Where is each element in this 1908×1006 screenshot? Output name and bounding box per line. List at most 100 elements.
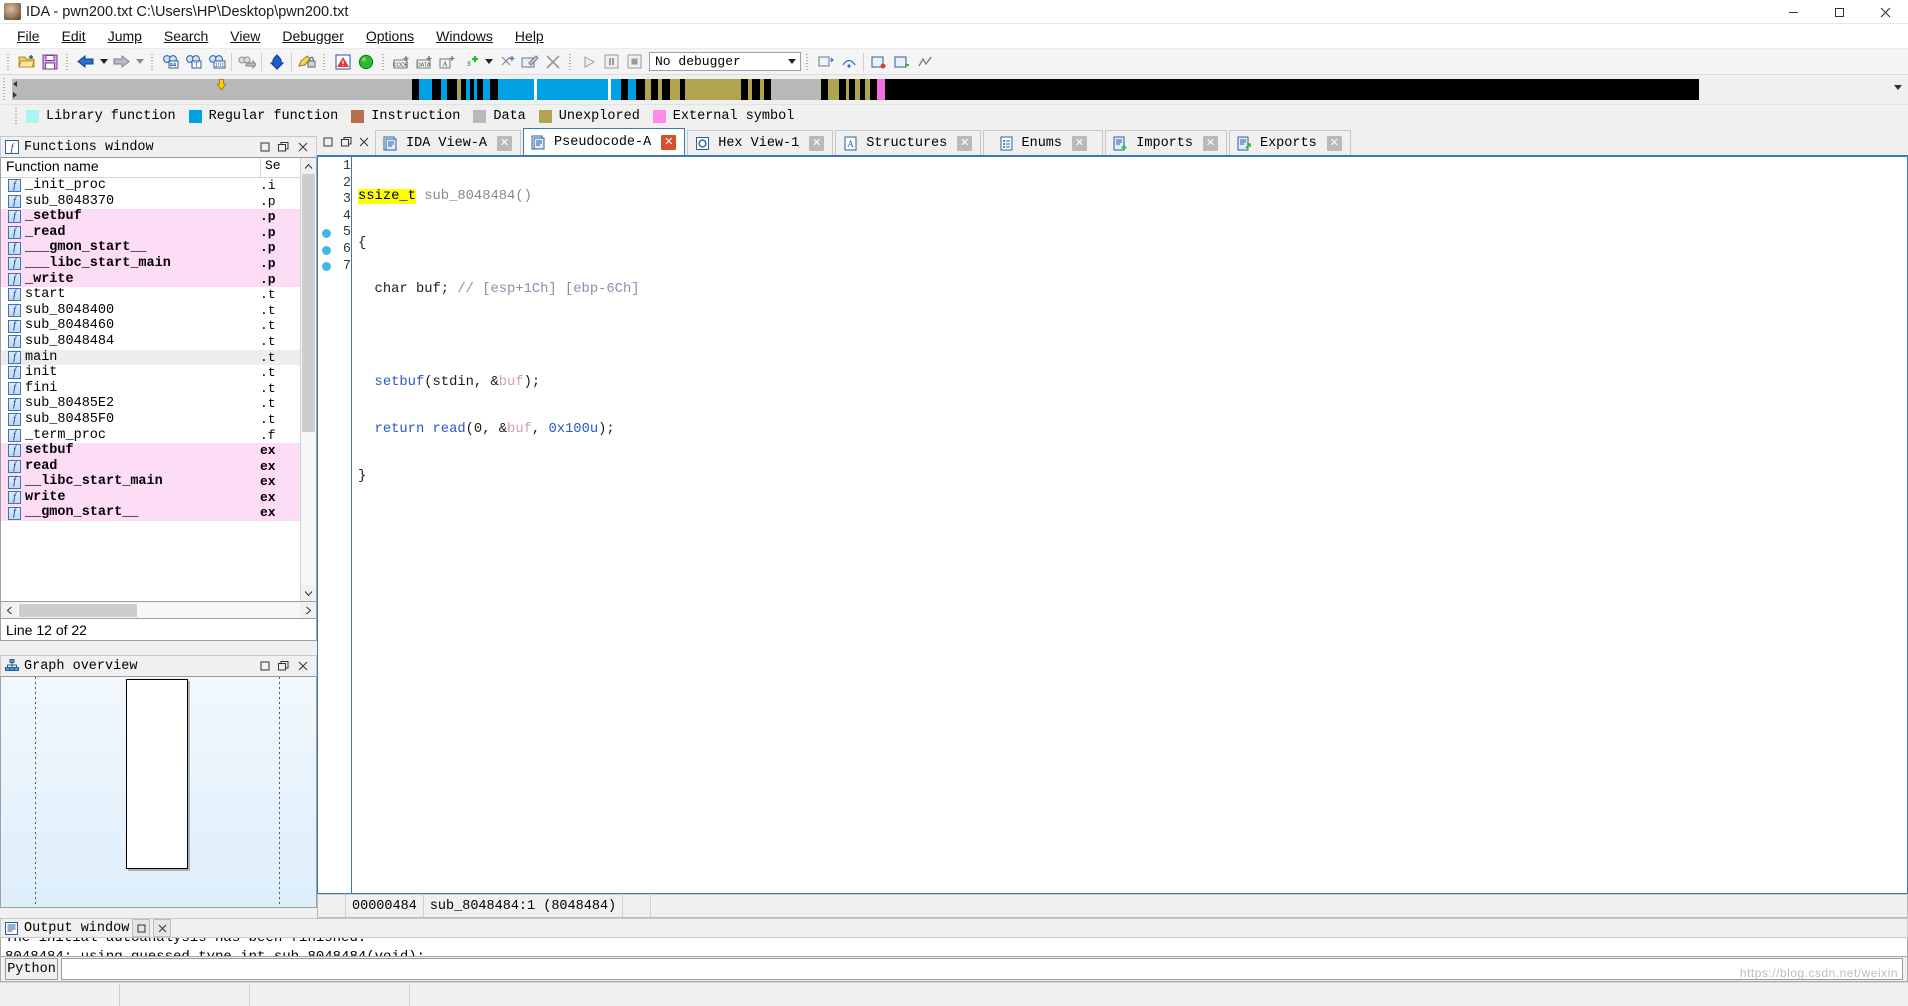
breakpoint-gutter[interactable] — [318, 157, 335, 893]
graph-restore-button[interactable] — [255, 657, 274, 675]
breakpoints-icon[interactable] — [867, 51, 890, 73]
function-list-row[interactable]: f sub_80485F0 .t — [1, 412, 300, 428]
make-data-icon[interactable]: DATA — [413, 51, 436, 73]
step-into-icon[interactable] — [814, 51, 837, 73]
back-dropdown-icon[interactable] — [97, 51, 110, 73]
breakpoint-marker-icon[interactable] — [322, 262, 331, 272]
functions-close-button[interactable] — [293, 138, 312, 156]
menu-jump[interactable]: Jump — [97, 25, 153, 47]
scroll-track[interactable] — [301, 174, 316, 585]
navband-dropdown-icon[interactable] — [1894, 85, 1902, 90]
tab-imports[interactable]: Imports ✕ — [1105, 130, 1227, 155]
make-ascii-icon[interactable]: A — [436, 51, 459, 73]
tab-enums[interactable]: Enums ✕ — [983, 130, 1104, 155]
scroll-thumb[interactable] — [302, 174, 315, 432]
function-list-row[interactable]: f main .t — [1, 349, 300, 366]
make-dropdown-icon[interactable] — [482, 51, 495, 73]
toolbar-grip-4[interactable] — [321, 51, 328, 72]
stop-icon[interactable] — [623, 51, 646, 73]
tab-exports[interactable]: Exports ✕ — [1228, 130, 1351, 155]
tab-close-button[interactable]: ✕ — [497, 135, 513, 151]
function-list-row[interactable]: f init .t — [1, 365, 300, 381]
function-list-row[interactable]: f sub_80485E2 .t — [1, 396, 300, 412]
command-input[interactable] — [61, 958, 1903, 980]
tab-pseudocode-a[interactable]: Pseudocode-A ✕ — [523, 128, 686, 155]
menu-debugger[interactable]: Debugger — [271, 25, 355, 47]
undefine-icon[interactable] — [495, 51, 518, 73]
forward-arrow-icon[interactable] — [110, 51, 133, 73]
breakpoint-slot[interactable] — [318, 259, 335, 276]
tab-close-button[interactable]: ✕ — [1072, 135, 1088, 151]
close-button[interactable] — [1862, 0, 1908, 24]
step-over-icon[interactable] — [837, 51, 860, 73]
make-code-icon[interactable]: CODE — [390, 51, 413, 73]
breakpoint-marker-icon[interactable] — [322, 245, 331, 255]
function-list-row[interactable]: f read ex — [1, 458, 300, 475]
menu-file[interactable]: File — [6, 25, 51, 47]
output-close-button[interactable] — [153, 919, 172, 937]
breakpoint-slot[interactable] — [318, 176, 335, 193]
toolbar-grip-6[interactable] — [567, 51, 574, 72]
tab-close-button[interactable]: ✕ — [661, 134, 677, 150]
menu-windows[interactable]: Windows — [425, 25, 504, 47]
breakpoint-slot[interactable] — [318, 192, 335, 209]
functions-restore-button[interactable] — [255, 138, 274, 156]
toolbar-grip-7[interactable] — [804, 51, 811, 72]
function-list-row[interactable]: f start .t — [1, 287, 300, 303]
toolbar-grip[interactable] — [5, 51, 12, 72]
code-var-buf-2[interactable]: buf — [507, 422, 532, 437]
hscroll-track[interactable] — [17, 602, 300, 618]
warning-icon[interactable] — [331, 51, 354, 73]
tab-close-button[interactable]: ✕ — [1202, 135, 1218, 151]
menu-edit[interactable]: Edit — [51, 25, 97, 47]
forward-dropdown-icon[interactable] — [133, 51, 146, 73]
output-log[interactable]: The initial autoanalysis has been finish… — [0, 938, 1908, 956]
search-number-icon[interactable]: 101 — [205, 51, 228, 73]
function-list-row[interactable]: f fini .t — [1, 381, 300, 397]
tab-close-button[interactable]: ✕ — [809, 135, 825, 151]
output-restore-button[interactable] — [132, 919, 151, 937]
menu-help[interactable]: Help — [504, 25, 555, 47]
function-list-row[interactable]: f _setbuf .p — [1, 209, 300, 225]
code-literal-size[interactable]: 0x100u — [548, 422, 598, 437]
tab-close-button[interactable]: ✕ — [957, 135, 973, 151]
function-list-row[interactable]: f sub_8048484 .t — [1, 334, 300, 350]
mainview-restore-button[interactable] — [319, 131, 337, 153]
toolbar-grip-2[interactable] — [64, 51, 71, 72]
breakpoint-slot[interactable] — [318, 209, 335, 226]
column-header-segment[interactable]: Se — [260, 158, 300, 177]
scroll-down-icon[interactable] — [301, 585, 316, 601]
function-list-row[interactable]: f setbuf ex — [1, 443, 300, 459]
pause-icon[interactable] — [600, 51, 623, 73]
scroll-right-icon[interactable] — [300, 603, 316, 618]
function-list-row[interactable]: f _write .p — [1, 271, 300, 288]
search-next-icon[interactable] — [235, 51, 258, 73]
maximize-button[interactable] — [1816, 0, 1862, 24]
functions-horizontal-scrollbar[interactable] — [0, 602, 317, 619]
hscroll-thumb[interactable] — [19, 603, 137, 617]
nav-left-arrow-icon[interactable] — [13, 81, 17, 88]
function-list-row[interactable]: f ___gmon_start__ .p — [1, 240, 300, 256]
open-file-icon[interactable] — [15, 51, 38, 73]
code-call-setbuf[interactable]: setbuf — [358, 375, 425, 390]
navband-scroll-arrows[interactable] — [10, 79, 20, 100]
function-list-row[interactable]: f write ex — [1, 489, 300, 506]
breakpoint-slot[interactable] — [318, 242, 335, 259]
function-list-row[interactable]: f __libc_start_main ex — [1, 474, 300, 490]
breakpoint-marker-icon[interactable] — [322, 229, 331, 239]
menu-options[interactable]: Options — [355, 25, 425, 47]
tab-ida-view-a[interactable]: IDA View-A ✕ — [375, 130, 522, 155]
run-icon[interactable] — [577, 51, 600, 73]
delete-icon[interactable] — [541, 51, 564, 73]
nav-right-arrow-icon[interactable] — [13, 91, 17, 98]
run-ok-icon[interactable] — [354, 51, 377, 73]
python-mode-button[interactable]: Python — [5, 958, 58, 980]
code-function-name[interactable]: sub_8048484() — [416, 189, 532, 204]
navband-grip[interactable] — [0, 78, 8, 100]
minimize-button[interactable] — [1770, 0, 1816, 24]
menu-view[interactable]: View — [219, 25, 271, 47]
mainview-float-button[interactable] — [337, 131, 355, 153]
graph-float-button[interactable] — [274, 657, 293, 675]
tab-close-button[interactable]: ✕ — [1326, 135, 1342, 151]
jump-down-icon[interactable] — [265, 51, 288, 73]
